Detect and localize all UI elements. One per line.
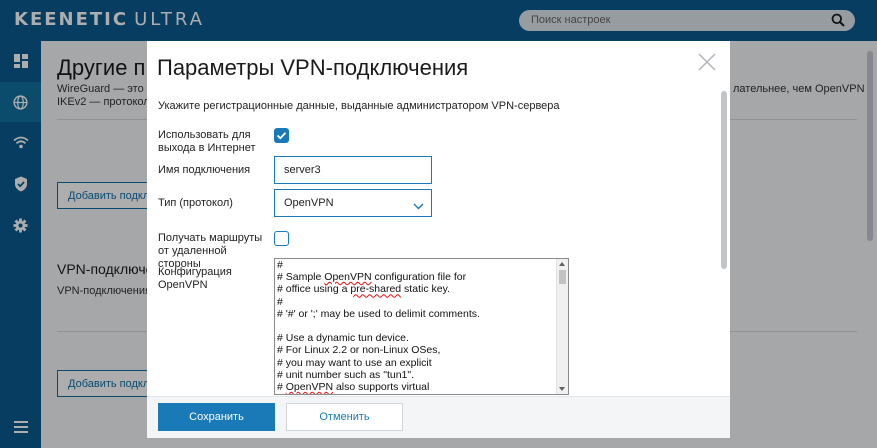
config-text: # # Sample OpenVPN configuration file for… (277, 259, 555, 393)
use-for-internet-label: Использовать для выхода в Интернет (158, 129, 256, 154)
vpn-settings-dialog: Параметры VPN-подключения Укажите регист… (147, 41, 730, 438)
use-for-internet-checkbox[interactable] (274, 128, 289, 143)
dialog-description: Укажите регистрационные данные, выданные… (158, 100, 560, 112)
config-line: # OpenVPN also supports virtual (277, 380, 430, 393)
close-button[interactable] (697, 52, 717, 72)
dialog-title: Параметры VPN-подключения (157, 55, 469, 80)
checkmark-icon (276, 132, 287, 140)
config-line: # office using a pre-shared static key. (277, 283, 450, 296)
config-scrollbar[interactable] (556, 259, 568, 394)
type-label: Тип (протокол) (158, 197, 233, 209)
config-label: Конфигурация OpenVPN (158, 266, 232, 291)
config-line: # For Linux 2.2 or non-Linux OSes, (277, 344, 441, 357)
config-line: # you may want to use an explicit (277, 356, 432, 369)
scroll-thumb[interactable] (559, 270, 566, 284)
scroll-down-icon[interactable] (559, 387, 565, 391)
close-icon (698, 53, 716, 71)
cancel-button[interactable]: Отменить (286, 403, 403, 431)
config-line: # unit number such as "tun1". (277, 368, 415, 381)
connection-name-input[interactable] (274, 156, 432, 184)
config-line: # Use a dynamic tun device. (277, 332, 409, 345)
dialog-scrollbar[interactable] (721, 91, 727, 269)
config-line (277, 320, 555, 332)
scroll-up-icon[interactable] (559, 262, 565, 266)
connection-name-label: Имя подключения (158, 164, 251, 176)
config-line: # (277, 259, 283, 271)
get-routes-checkbox[interactable] (274, 231, 289, 246)
chevron-down-icon (413, 198, 424, 216)
config-line: # Sample OpenVPN configuration file for (277, 271, 467, 284)
config-line: # (277, 295, 283, 308)
dialog-footer: Сохранить Отменить (147, 396, 730, 438)
config-line: # '#' or ';' may be used to delimit comm… (277, 307, 480, 320)
openvpn-config-textarea[interactable]: # # Sample OpenVPN configuration file for… (274, 258, 569, 395)
protocol-select-value: OpenVPN (284, 197, 334, 209)
save-button[interactable]: Сохранить (158, 403, 275, 431)
protocol-select[interactable]: OpenVPN (274, 189, 432, 217)
